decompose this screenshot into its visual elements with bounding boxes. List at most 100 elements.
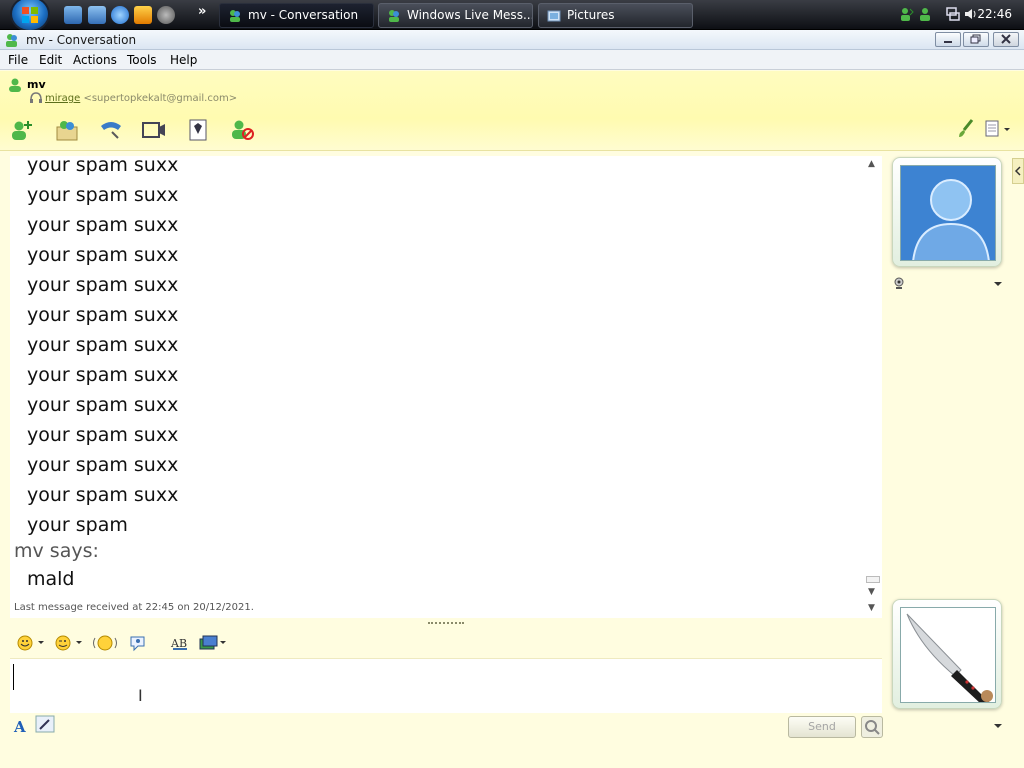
- paintbrush-icon[interactable]: [956, 118, 976, 140]
- pane-splitter[interactable]: [428, 622, 464, 626]
- conversation-header: mv mirage <supertopkekalt@gmail.com>: [0, 71, 1024, 151]
- restore-icon: [970, 34, 981, 44]
- games-icon[interactable]: [186, 118, 210, 142]
- share-folders-icon[interactable]: [54, 118, 80, 142]
- messenger-quicklaunch-icon[interactable]: [157, 6, 175, 24]
- chat-message-line: your spam suxx: [27, 156, 179, 176]
- minimize-button[interactable]: [935, 32, 961, 47]
- close-button[interactable]: [993, 32, 1019, 47]
- quicklaunch-overflow-icon[interactable]: »: [198, 4, 206, 19]
- ibeam-cursor-icon: I: [138, 686, 143, 705]
- menu-tools[interactable]: Tools: [127, 53, 157, 67]
- chat-message-line: your spam suxx: [27, 214, 179, 236]
- contact-picture-menu-chevron-icon[interactable]: [993, 280, 1003, 288]
- chat-message-line: your spam suxx: [27, 334, 179, 356]
- headset-icon: [30, 92, 42, 103]
- video-call-icon[interactable]: [141, 118, 167, 142]
- own-picture-menu-chevron-icon[interactable]: [993, 722, 1003, 730]
- voice-clip-icon[interactable]: [92, 634, 118, 652]
- task-conversation[interactable]: mv - Conversation: [219, 3, 374, 28]
- restore-button[interactable]: [963, 32, 989, 47]
- window-title: mv - Conversation: [26, 33, 137, 47]
- contact-display-picture[interactable]: [892, 157, 1002, 267]
- conversation-history[interactable]: your spam suxx your spam suxx your spam …: [10, 156, 882, 618]
- system-tray: 22:46: [889, 0, 1024, 30]
- menu-bar: File Edit Actions Tools Help: [0, 50, 1024, 70]
- contact-nickname-link[interactable]: mirage: [45, 93, 80, 104]
- chat-message-line: your spam: [27, 514, 128, 536]
- last-received-status: Last message received at 22:45 on 20/12/…: [14, 602, 254, 613]
- windows-logo-icon: [22, 7, 38, 23]
- minimize-icon: [944, 41, 952, 43]
- background-icon[interactable]: [198, 634, 228, 652]
- start-button[interactable]: [10, 0, 50, 32]
- change-font-icon[interactable]: AB: [170, 634, 190, 652]
- chat-message-line: your spam suxx: [27, 274, 179, 296]
- task-pictures[interactable]: Pictures: [538, 3, 693, 28]
- window-titlebar[interactable]: mv - Conversation: [0, 30, 1024, 50]
- network-icon[interactable]: [945, 6, 961, 22]
- search-icon: [865, 720, 880, 735]
- sender-label: mv says:: [14, 540, 99, 562]
- wink-icon[interactable]: [54, 634, 84, 652]
- webcam-icon[interactable]: [892, 276, 906, 290]
- collapse-panel-button[interactable]: [1012, 158, 1024, 184]
- messenger-buddy-icon: [6, 34, 17, 47]
- media-player-icon[interactable]: [134, 6, 152, 24]
- chat-message-line: your spam suxx: [27, 484, 179, 506]
- handwriting-icon[interactable]: [34, 715, 56, 735]
- send-button[interactable]: Send: [788, 716, 856, 738]
- knife-picture-icon: [901, 608, 995, 702]
- messenger-tray-icon[interactable]: [899, 6, 915, 22]
- messenger-status-icon[interactable]: [917, 6, 933, 22]
- switch-windows-icon[interactable]: [88, 6, 106, 24]
- call-icon[interactable]: [98, 118, 124, 142]
- close-icon: [1001, 34, 1011, 44]
- nudge-icon[interactable]: [128, 634, 148, 652]
- chevron-left-icon: [1014, 166, 1021, 176]
- chat-message-line: your spam suxx: [27, 364, 179, 386]
- own-display-picture-image: [900, 607, 996, 703]
- block-contact-icon[interactable]: [230, 118, 256, 142]
- compose-bottom-bar: A Send: [10, 715, 883, 741]
- menu-file[interactable]: File: [8, 53, 28, 67]
- contact-email: <supertopkekalt@gmail.com>: [83, 93, 238, 104]
- contact-status-icon: [9, 78, 21, 92]
- chat-message-line: your spam suxx: [27, 244, 179, 266]
- contact-subtitle: mirage <supertopkekalt@gmail.com>: [45, 93, 237, 104]
- default-avatar-icon: [901, 166, 995, 260]
- svg-text:A: A: [13, 718, 26, 735]
- invite-contact-icon[interactable]: [10, 118, 34, 142]
- menu-actions[interactable]: Actions: [73, 53, 117, 67]
- messenger-buddy-icon: [389, 10, 399, 22]
- menu-edit[interactable]: Edit: [39, 53, 62, 67]
- emoticon-icon[interactable]: [16, 634, 46, 652]
- text-caret: [13, 664, 14, 690]
- chat-message-line: your spam suxx: [27, 304, 179, 326]
- contact-display-picture-image: [900, 165, 996, 261]
- menu-help[interactable]: Help: [170, 53, 197, 67]
- own-display-picture[interactable]: [892, 599, 1002, 709]
- contact-name: mv: [27, 78, 46, 91]
- clock[interactable]: 22:46: [977, 7, 1012, 21]
- font-style-icon[interactable]: A: [12, 717, 28, 735]
- show-menu-icon[interactable]: [984, 118, 1012, 140]
- chat-message-line: your spam suxx: [27, 454, 179, 476]
- display-pictures-panel: [886, 151, 1024, 768]
- scroll-down-icon[interactable]: ▼: [868, 587, 875, 597]
- scroll-page-down-icon[interactable]: ▼: [868, 603, 875, 613]
- taskbar: » mv - Conversation Windows Live Mess...…: [0, 0, 1024, 32]
- search-button[interactable]: [861, 716, 883, 738]
- show-desktop-icon[interactable]: [64, 6, 82, 24]
- chat-message-line: your spam suxx: [27, 184, 179, 206]
- messenger-buddy-icon: [230, 10, 240, 22]
- message-input[interactable]: I: [10, 658, 882, 713]
- chat-message-line: your spam suxx: [27, 394, 179, 416]
- format-toolbar: AB: [10, 630, 882, 658]
- history-scrollbar[interactable]: ▲ ▼ ▼: [864, 156, 882, 618]
- chat-message-line: mald: [27, 568, 75, 590]
- scroll-up-icon[interactable]: ▲: [868, 159, 875, 169]
- scroll-thumb[interactable]: [866, 576, 880, 583]
- task-windows-live-messenger[interactable]: Windows Live Mess...: [378, 3, 533, 28]
- internet-explorer-icon[interactable]: [111, 6, 129, 24]
